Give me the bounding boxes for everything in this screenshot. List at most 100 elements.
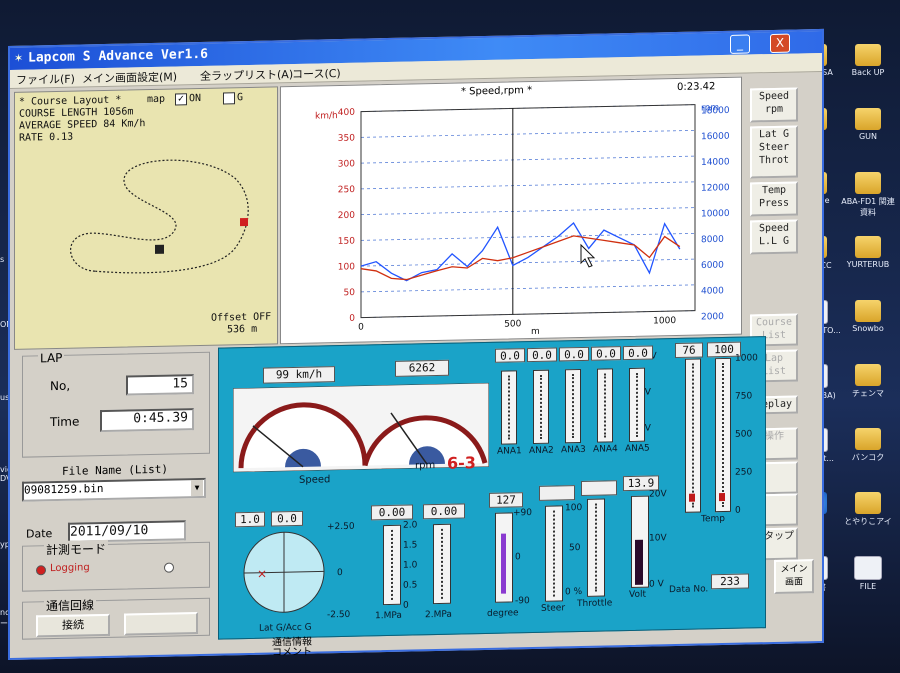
grid-line <box>361 232 695 241</box>
temp-label: Temp <box>701 513 725 525</box>
menu-all-laps[interactable]: 全ラップリスト(A) <box>200 66 293 84</box>
grid-line <box>361 181 695 190</box>
ana-bar <box>533 369 549 445</box>
y-left-tick-label: 350 <box>338 133 355 143</box>
speed-rpm-chart[interactable]: km/h rpm m 40035030025020015010050018000… <box>281 92 739 342</box>
date-label: Date <box>26 527 53 541</box>
course-heading: * Course Layout * <box>19 94 122 108</box>
desktop-icon-label: Back UP <box>851 68 885 77</box>
menu-main-settings[interactable]: メイン画面設定(M) <box>82 68 177 86</box>
x-tick-label: 0 <box>358 323 364 333</box>
desktop-icon-label: ABA-FD1 関連資料 <box>841 197 895 217</box>
file-name-value: 09081259.bin <box>24 481 104 497</box>
volt-label: Volt <box>629 589 646 600</box>
menu-course[interactable]: コース(C) <box>292 65 341 82</box>
gauges-panel: 99 km/h 6262 Speed rpm 6-3 10V 5V 0V 76 … <box>218 336 766 640</box>
speed-rpm-chart-panel: * Speed,rpm * 0:23.42 km/h rpm m 400 350 3… <box>280 76 742 345</box>
view-button[interactable]: Speed L.L G <box>750 219 798 255</box>
file-name-select[interactable]: 09081259.bin ▼ <box>22 477 206 502</box>
press1-value: 0.00 <box>371 504 413 521</box>
desktop-icon[interactable]: Snowbo <box>840 300 896 333</box>
temp1-bar <box>685 358 701 513</box>
view-button[interactable]: Lat G Steer Throt <box>750 125 798 179</box>
file-name-label: File Name (List) <box>62 462 168 478</box>
x-axis-unit: m <box>531 327 540 337</box>
desktop-icon[interactable]: とやりこアイ <box>840 492 896 527</box>
left-axis-unit: km/h <box>315 111 338 121</box>
ana-label: ANA1 <box>497 446 522 457</box>
steer-scale-top: +90 <box>513 508 532 519</box>
speed-value: 99 km/h <box>263 366 335 384</box>
app-window: ✶ Lapcom S Advance Ver1.6 _ X ファイル(F) メイ… <box>8 28 824 661</box>
average-speed: AVERAGE SPEED 84 Km/h <box>19 118 146 132</box>
disconnect-button[interactable] <box>124 612 198 636</box>
elapsed-time: 0:23.42 <box>677 81 716 93</box>
start-finish-marker <box>155 244 164 254</box>
folder-icon <box>855 236 881 258</box>
temp-scale-tick: 500 <box>735 429 753 440</box>
y-right-tick-label: 6000 <box>701 260 724 270</box>
ana-value: 0.0 <box>591 346 621 361</box>
lat-g-value: 1.0 <box>235 511 265 528</box>
main-screen-button[interactable]: メイン 画面 <box>774 559 814 594</box>
grid-line <box>361 207 695 216</box>
steer2-value <box>539 485 575 501</box>
map-label: map <box>147 93 166 106</box>
lap-number-field: 15 <box>126 374 194 396</box>
connect-button[interactable]: 接続 <box>36 613 110 638</box>
close-button[interactable]: X <box>770 33 790 54</box>
y-left-tick-label: 0 <box>349 314 355 324</box>
y-left-tick-label: 400 <box>338 108 355 118</box>
ana-bar <box>629 367 645 442</box>
lap-time-field: 0:45.39 <box>100 408 194 433</box>
desktop-icon-label: Snowbo <box>852 324 884 333</box>
desktop-icon[interactable]: Back UP <box>840 44 896 77</box>
acc-g-value: 0.0 <box>271 510 303 527</box>
ana-value: 0.0 <box>527 347 557 363</box>
grid-line <box>361 155 695 164</box>
desktop-icon[interactable]: YURTERUB <box>840 236 896 269</box>
desktop-icon-label: とやりこアイ <box>844 517 892 526</box>
throttle-scale-mid: 50 <box>569 543 581 554</box>
folder-icon <box>855 108 881 130</box>
ana-label: ANA4 <box>593 444 618 455</box>
desktop-icon[interactable]: バンコク <box>840 428 896 463</box>
desktop-icon[interactable]: ABA-FD1 関連資料 <box>840 172 896 218</box>
view-button[interactable]: Speed rpm <box>750 87 798 123</box>
y-right-tick-label: 2000 <box>701 312 724 322</box>
throttle-scale-top: 100 <box>565 502 583 514</box>
offset-label: Offset OFF <box>211 311 272 324</box>
y-right-tick-label: 12000 <box>701 183 730 194</box>
desktop-icon[interactable]: チェンマ <box>840 364 896 399</box>
temp-scale-tick: 1000 <box>735 353 758 364</box>
desktop-icon[interactable]: GUN <box>840 108 896 141</box>
map-on-checkbox[interactable]: ✓ <box>175 93 187 106</box>
ana-value: 0.0 <box>495 348 525 363</box>
desktop-icon-label: バンコク <box>851 453 885 462</box>
y-right-tick-label: 16000 <box>701 132 730 143</box>
folder-icon <box>855 172 881 194</box>
menu-file[interactable]: ファイル(F) <box>16 71 75 88</box>
y-left-tick-label: 300 <box>338 159 355 169</box>
view-button[interactable]: Temp Press <box>750 181 798 217</box>
g-checkbox[interactable] <box>223 92 235 105</box>
minimize-button[interactable]: _ <box>730 34 750 54</box>
temp2-bar <box>715 357 731 513</box>
on-label: ON <box>189 92 202 105</box>
gear-indicator: 6-3 <box>447 453 476 473</box>
steer2-bar <box>545 505 563 602</box>
press-scale-tick: 0 <box>403 600 409 611</box>
desktop-icon[interactable]: FILE <box>840 556 896 591</box>
ana-bar <box>597 368 613 443</box>
press-scale-tick: 0.5 <box>403 580 418 591</box>
lap-heading: LAP <box>38 350 65 366</box>
steer-scale-mid: 0 <box>515 552 521 563</box>
lap-group <box>22 351 210 458</box>
temp-scale-tick: 750 <box>735 391 753 402</box>
speed-dial-label: Speed <box>299 474 331 486</box>
g-scale-bottom: -2.50 <box>327 609 351 621</box>
g-circle: × <box>243 531 325 613</box>
lap-number-label: No, <box>50 378 71 394</box>
rate: RATE 0.13 <box>19 131 74 144</box>
chevron-down-icon[interactable]: ▼ <box>191 479 203 497</box>
